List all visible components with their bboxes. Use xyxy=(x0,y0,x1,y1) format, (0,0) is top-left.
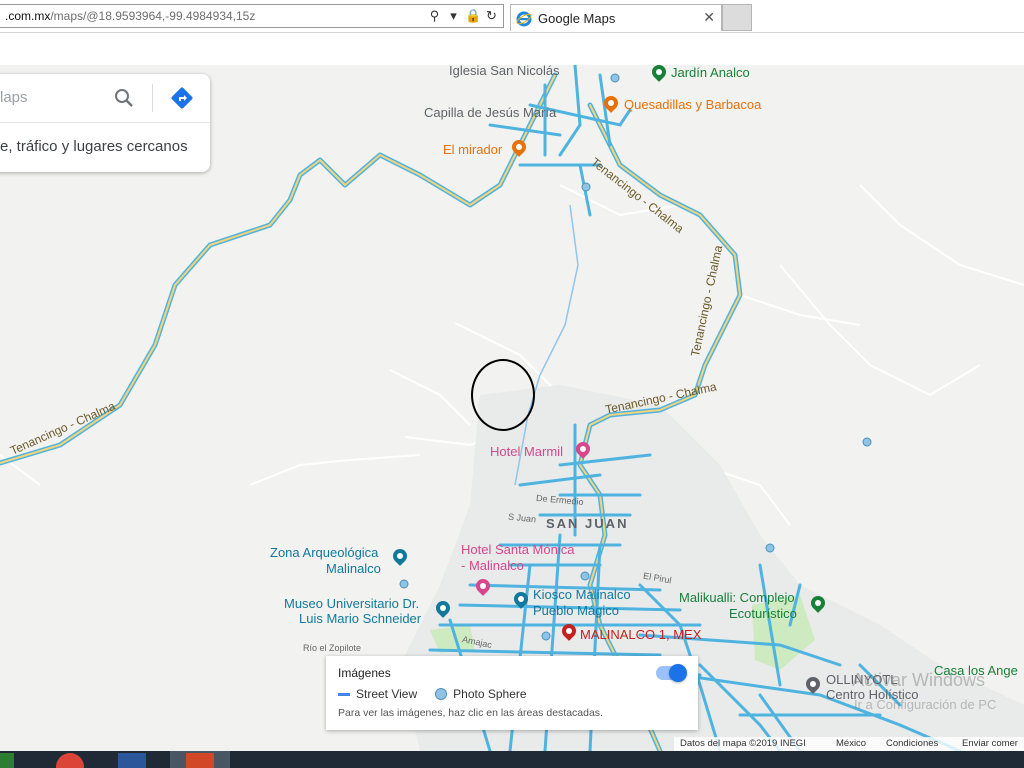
search-input[interactable]: laps xyxy=(0,89,28,106)
tab-title: Google Maps xyxy=(538,11,616,26)
place-kiosco-2[interactable]: Pueblo Mágico xyxy=(533,603,619,618)
place-iglesia[interactable]: Iglesia San Nicolás xyxy=(449,65,560,78)
place-hotel-marmil[interactable]: Hotel Marmil xyxy=(490,444,563,459)
address-icons: ⚲ ▾ 🔒 ↻ xyxy=(427,8,499,24)
refresh-icon[interactable]: ↻ xyxy=(484,8,499,24)
street-view-panel: Imágenes Street View Photo Sphere Para v… xyxy=(326,656,698,730)
place-jardin[interactable]: Jardín Analco xyxy=(671,65,750,80)
search-subtitle[interactable]: e, tráfico y lugares cercanos xyxy=(0,138,188,155)
street-view-line-icon xyxy=(338,692,350,696)
map-footer: Datos del mapa ©2019 INEGI México Condic… xyxy=(674,737,1024,751)
ie-icon xyxy=(516,11,532,27)
directions-icon[interactable] xyxy=(170,86,194,110)
annotation-circle xyxy=(471,359,535,431)
photo-sphere-dot-icon xyxy=(435,688,448,700)
word-taskbar-icon[interactable] xyxy=(118,753,146,768)
powerpoint-icon xyxy=(186,753,214,768)
place-museo-2[interactable]: Luis Mario Schneider xyxy=(299,611,421,626)
place-kiosco-1[interactable]: Kiosco Malinalco xyxy=(533,587,631,602)
panel-hint: Para ver las imágenes, haz clic en las á… xyxy=(338,707,603,719)
panel-title: Imágenes xyxy=(338,666,391,680)
dropdown-icon[interactable]: ▾ xyxy=(446,8,461,24)
panel-legend: Street View Photo Sphere xyxy=(338,687,527,701)
road-s-juan: S Juan xyxy=(507,511,537,525)
watermark-line-1: Activar Windows xyxy=(852,670,986,690)
command-bar xyxy=(0,32,1024,65)
new-tab-button[interactable] xyxy=(722,4,752,31)
lock-icon[interactable]: 🔒 xyxy=(465,8,481,24)
place-hotel-sm-2[interactable]: - Malinalco xyxy=(461,558,524,573)
place-mirador[interactable]: El mirador xyxy=(443,142,502,157)
road-rio-zopilote: Río el Zopilote xyxy=(303,643,362,653)
footer-feedback[interactable]: Enviar comer xyxy=(962,738,1018,749)
place-malikualli-1[interactable]: Malikualli: Complejo xyxy=(679,590,795,605)
place-zona-1[interactable]: Zona Arqueológica xyxy=(270,545,378,560)
legend-photo-sphere: Photo Sphere xyxy=(453,687,527,701)
tab-google-maps[interactable]: Google Maps ✕ xyxy=(510,4,722,31)
place-capilla[interactable]: Capilla de Jesús María xyxy=(424,105,556,120)
place-museo-1[interactable]: Museo Universitario Dr. xyxy=(284,596,419,611)
search-separator xyxy=(152,84,153,112)
footer-data: Datos del mapa ©2019 INEGI xyxy=(680,738,806,749)
footer-country[interactable]: México xyxy=(836,738,866,749)
place-quesadillas[interactable]: Quesadillas y Barbacoa xyxy=(624,97,761,112)
browser-chrome: .com.mx/maps/@18.9593964,-99.4984934,15z… xyxy=(0,0,1024,65)
search-icon[interactable] xyxy=(113,87,135,109)
powerpoint-taskbar-button[interactable] xyxy=(170,751,230,768)
legend-street-view: Street View xyxy=(356,687,418,701)
taskbar xyxy=(0,751,1024,768)
chrome-taskbar-icon[interactable] xyxy=(56,753,84,768)
place-malinalco-1[interactable]: MALINALCO 1, MEX xyxy=(580,627,701,642)
footer-terms[interactable]: Condiciones xyxy=(886,738,938,749)
close-icon[interactable]: ✕ xyxy=(703,9,715,26)
place-zona-2[interactable]: Malinalco xyxy=(326,561,381,576)
town-san-juan[interactable]: SAN JUAN xyxy=(546,516,628,531)
place-malikualli-2[interactable]: Ecoturístico xyxy=(729,606,797,621)
address-text: .com.mx/maps/@18.9593964,-99.4984934,15z xyxy=(5,9,256,23)
excel-taskbar-icon[interactable] xyxy=(0,753,14,768)
search-card: laps e, tráfico y lugares cercanos xyxy=(0,74,210,172)
toggle-knob xyxy=(669,664,687,682)
address-bar[interactable]: .com.mx/maps/@18.9593964,-99.4984934,15z… xyxy=(0,4,504,28)
search-box[interactable]: laps xyxy=(0,74,210,123)
place-hotel-sm-1[interactable]: Hotel Santa Mónica xyxy=(461,542,574,557)
imagery-toggle[interactable] xyxy=(656,664,687,682)
watermark-line-2: Ir a Configuración de PC xyxy=(854,697,997,712)
search-icon[interactable]: ⚲ xyxy=(427,8,442,24)
